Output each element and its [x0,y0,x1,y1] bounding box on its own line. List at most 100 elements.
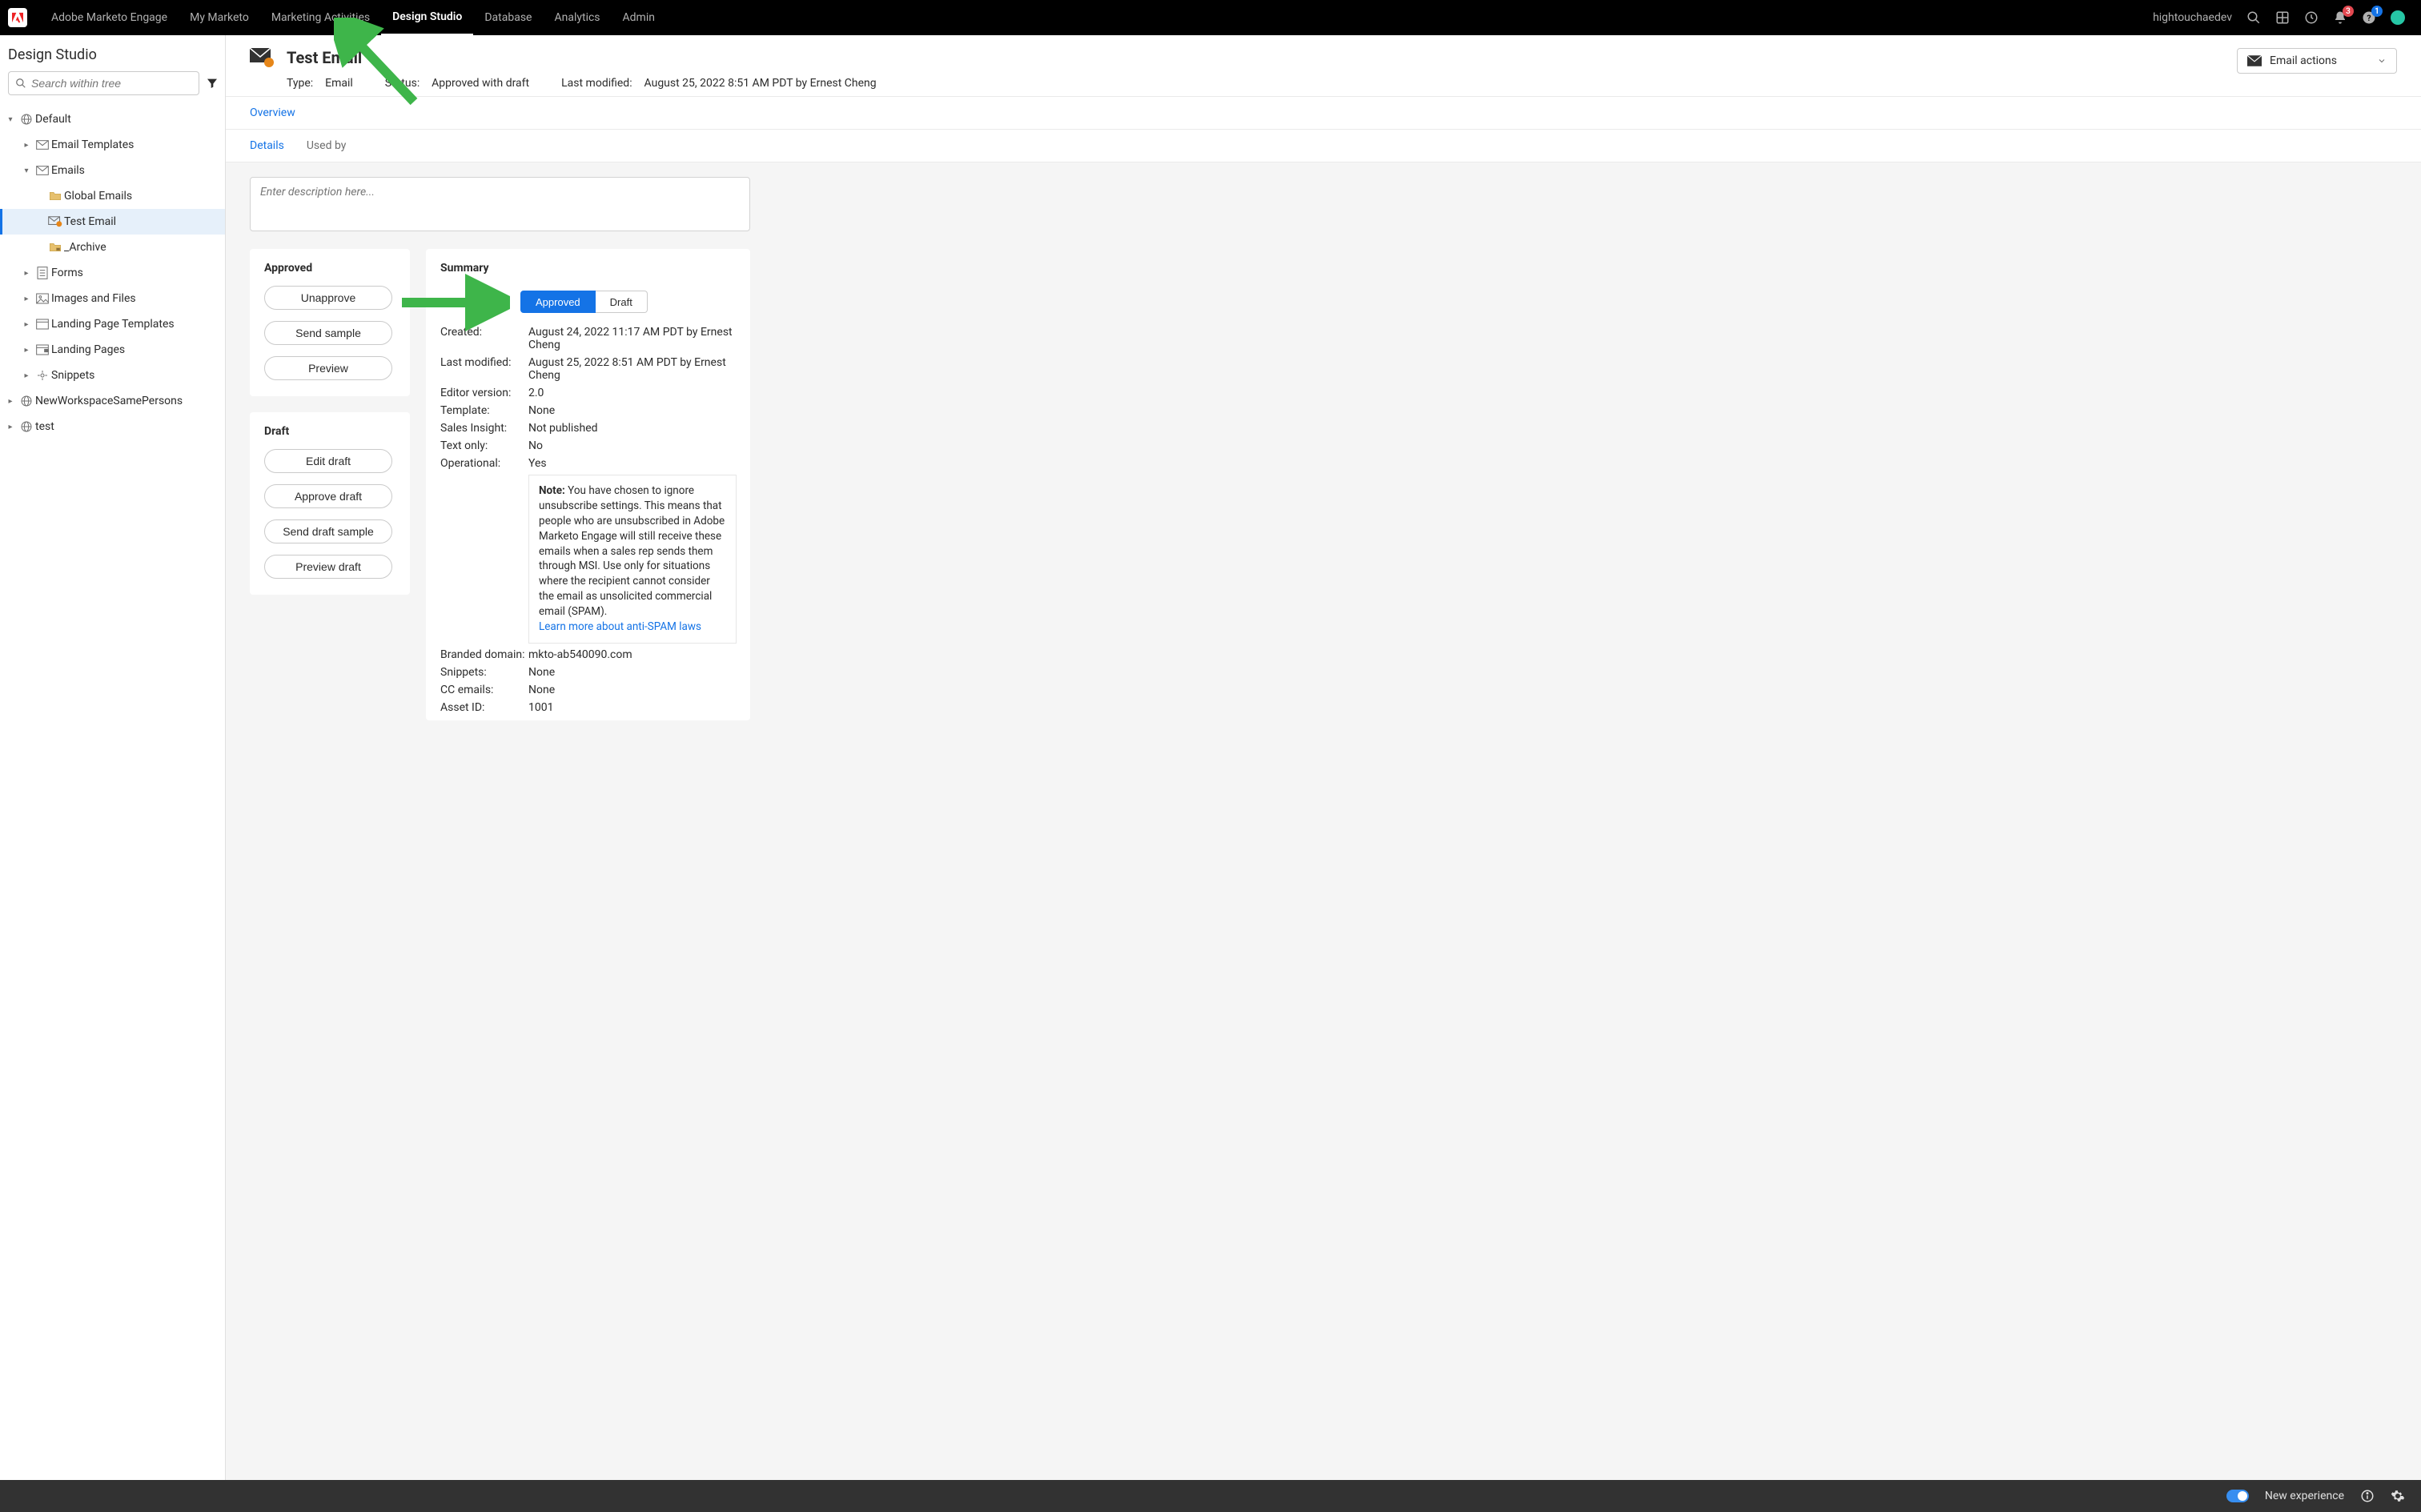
asset-header: Test Email Type: Email Status: Approved … [226,35,2421,97]
tabbar: Overview [226,97,2421,130]
tree-global-emails[interactable]: Global Emails [0,183,225,209]
type-label: Type: [287,77,313,90]
tree-email-templates[interactable]: ▸ Email Templates [0,132,225,158]
preview-button[interactable]: Preview [264,356,392,380]
page-flag-icon [34,344,51,355]
nav-my-marketo[interactable]: My Marketo [179,0,260,35]
tree-emails[interactable]: ▾ Emails [0,158,225,183]
chevron-down-icon [2377,56,2387,66]
workspace-default[interactable]: ▾ Default [0,106,225,132]
operational-label: Operational: [440,457,528,470]
page-icon [34,319,51,330]
gear-icon[interactable] [2391,1489,2405,1503]
nav-admin[interactable]: Admin [612,0,666,35]
edit-draft-button[interactable]: Edit draft [264,449,392,473]
svg-text:?: ? [2367,13,2371,23]
tree-snippets[interactable]: ▸ Snippets [0,363,225,388]
nav-database[interactable]: Database [473,0,543,35]
envelope-draft-icon [46,216,64,227]
created-label: Created: [440,326,528,351]
workspace-test[interactable]: ▸ test [0,414,225,439]
tree-label: Emails [51,164,85,177]
info-icon[interactable] [2360,1489,2375,1503]
nav-marketing-activities[interactable]: Marketing Activities [260,0,381,35]
tree-lp-templates[interactable]: ▸ Landing Page Templates [0,311,225,337]
help-icon[interactable]: ? 1 [2362,10,2376,25]
lastmod-label: Last modified: [440,356,528,382]
tree-archive[interactable]: _Archive [0,235,225,260]
branded-value: mkto-ab540090.com [528,648,736,661]
avatar[interactable] [2391,10,2405,25]
bell-icon[interactable]: 3 [2333,10,2347,25]
adobe-logo-icon[interactable] [8,8,27,27]
new-experience-toggle[interactable] [2226,1490,2249,1502]
form-icon [34,267,51,279]
envelope-icon [34,166,51,175]
approve-draft-button[interactable]: Approve draft [264,484,392,508]
note-label: Note: [539,484,565,497]
sales-value: Not published [528,422,736,435]
tree-label: Forms [51,267,83,279]
lastmod-value: August 25, 2022 8:51 AM PDT by Ernest Ch… [644,77,877,90]
search-icon[interactable] [2246,10,2261,25]
envelope-icon [2247,55,2262,66]
content: Approved Unapprove Send sample Preview D… [226,162,2421,1480]
textonly-value: No [528,439,736,452]
snippets-value: None [528,666,736,679]
template-label: Template: [440,404,528,417]
type-value: Email [325,77,353,90]
tree-search-input[interactable] [31,77,192,90]
tree-images-files[interactable]: ▸ Images and Files [0,286,225,311]
snippet-icon [34,369,51,382]
tree-label: _Archive [64,241,106,254]
lastmod-label: Last modified: [561,77,632,90]
status-value: Approved with draft [432,77,529,90]
email-actions-label: Email actions [2270,54,2337,67]
seg-draft[interactable]: Draft [596,291,648,313]
envelope-draft-icon [250,48,274,67]
nav-product-label: Adobe Marketo Engage [40,0,179,35]
operational-note: Note: You have chosen to ignore unsubscr… [528,475,737,644]
workspace-new[interactable]: ▸ NewWorkspaceSamePersons [0,388,225,414]
subtabbar: Details Used by [226,130,2421,162]
tree-landing-pages[interactable]: ▸ Landing Pages [0,337,225,363]
subtab-used-by[interactable]: Used by [307,136,347,155]
cc-label: CC emails: [440,684,528,696]
search-icon [15,78,26,89]
branded-label: Branded domain: [440,648,528,661]
globe-icon [18,113,35,126]
email-actions-dropdown[interactable]: Email actions [2237,48,2397,74]
apps-icon[interactable] [2275,10,2290,25]
description-box [250,177,750,231]
textonly-label: Text only: [440,439,528,452]
description-input[interactable] [260,186,740,223]
summary-card: Summary Approved Draft Created:August 24… [426,249,750,720]
seg-approved[interactable]: Approved [520,291,596,313]
history-icon[interactable] [2304,10,2319,25]
tree-label: Default [35,113,71,126]
image-icon [34,293,51,304]
tab-overview[interactable]: Overview [250,97,295,129]
nav-analytics[interactable]: Analytics [543,0,611,35]
tree: ▾ Default ▸ Email Templates ▾ [0,103,225,439]
subtab-details[interactable]: Details [250,136,284,155]
editor-value: 2.0 [528,387,736,399]
nav-design-studio[interactable]: Design Studio [381,0,473,35]
tree-label: Landing Pages [51,343,125,356]
preview-draft-button[interactable]: Preview draft [264,555,392,579]
approved-title: Approved [264,262,395,275]
tree-test-email[interactable]: Test Email [0,209,225,235]
editor-label: Editor version: [440,387,528,399]
globe-icon [18,395,35,407]
unapprove-button[interactable]: Unapprove [264,286,392,310]
bell-badge: 3 [2343,6,2354,17]
sales-label: Sales Insight: [440,422,528,435]
tree-forms[interactable]: ▸ Forms [0,260,225,286]
send-sample-button[interactable]: Send sample [264,321,392,345]
send-draft-sample-button[interactable]: Send draft sample [264,519,392,543]
top-nav: Adobe Marketo Engage My Marketo Marketin… [0,0,2421,35]
summary-segment: Approved Draft [520,291,736,313]
filter-icon[interactable] [206,77,219,90]
note-link[interactable]: Learn more about anti-SPAM laws [539,620,701,633]
asset-value: 1001 [528,701,736,714]
